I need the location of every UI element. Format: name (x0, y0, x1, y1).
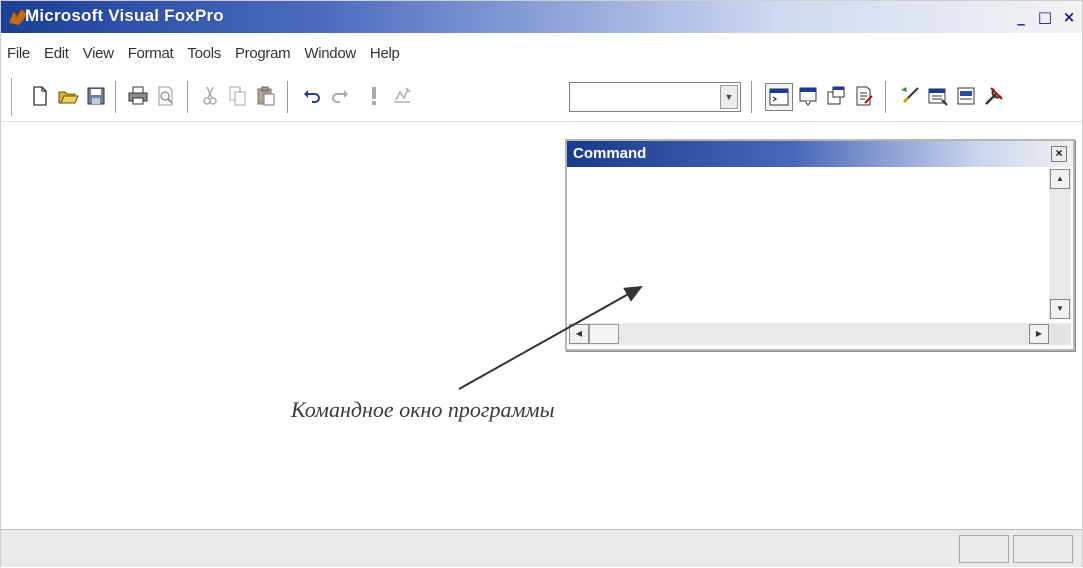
print-icon[interactable] (125, 83, 151, 109)
command-input-area[interactable] (569, 169, 1047, 315)
toolbar-combo-box[interactable]: ▼ (569, 82, 741, 112)
status-bar (1, 529, 1082, 567)
toolbar-separator (187, 81, 191, 113)
horizontal-scroll-thumb[interactable] (589, 324, 619, 344)
close-button[interactable]: × (1058, 7, 1080, 29)
toolbar-grip[interactable] (11, 78, 16, 116)
print-preview-icon[interactable] (153, 83, 179, 109)
combo-dropdown-button[interactable]: ▼ (720, 85, 738, 109)
report-wizard-icon[interactable] (925, 83, 951, 109)
menu-tools[interactable]: Tools (180, 41, 228, 67)
menu-file[interactable]: File (1, 41, 37, 67)
standard-toolbar: ▼ (1, 75, 1082, 122)
open-folder-icon[interactable] (55, 83, 81, 109)
scroll-up-arrow-icon[interactable]: ▲ (1050, 169, 1070, 189)
scroll-right-arrow-icon[interactable]: ▶ (1029, 324, 1049, 344)
menu-view[interactable]: View (76, 41, 121, 67)
tools-icon[interactable] (981, 83, 1007, 109)
data-session-icon[interactable] (795, 83, 821, 109)
toolbar-separator (287, 81, 291, 113)
menu-program[interactable]: Program (228, 41, 297, 67)
menu-format[interactable]: Format (121, 41, 181, 67)
annotation-caption: Командное окно программы (291, 397, 555, 422)
toolbar-separator (885, 81, 889, 113)
undo-icon[interactable] (299, 83, 325, 109)
minimize-button[interactable]: _ (1010, 7, 1032, 29)
command-window[interactable]: Command × ▲ ▼ ◀ ▶ (565, 139, 1075, 351)
run-icon[interactable] (361, 83, 387, 109)
command-window-title: Command (573, 145, 647, 162)
foxpro-main-window: Microsoft Visual FoxPro _ □ × File Edit … (0, 0, 1083, 567)
copy-icon[interactable] (225, 83, 251, 109)
scroll-left-arrow-icon[interactable]: ◀ (569, 324, 589, 344)
horizontal-scrollbar[interactable]: ◀ ▶ (569, 323, 1049, 345)
menu-bar: File Edit View Format Tools Program Wind… (1, 41, 407, 67)
menu-window[interactable]: Window (297, 41, 363, 67)
scroll-down-arrow-icon[interactable]: ▼ (1050, 299, 1070, 319)
new-file-icon[interactable] (27, 83, 53, 109)
status-pane (959, 535, 1009, 563)
form-wizard-icon[interactable] (897, 83, 923, 109)
code-icon[interactable] (851, 83, 877, 109)
title-bar[interactable]: Microsoft Visual FoxPro _ □ × (1, 1, 1082, 33)
modify-form-icon[interactable] (389, 83, 415, 109)
table-wizard-icon[interactable] (953, 83, 979, 109)
paste-icon[interactable] (253, 83, 279, 109)
redo-icon[interactable] (327, 83, 353, 109)
command-close-button[interactable]: × (1051, 146, 1067, 162)
save-icon[interactable] (83, 83, 109, 109)
properties-icon[interactable] (823, 83, 849, 109)
toolbar-separator (115, 81, 119, 113)
menu-help[interactable]: Help (363, 41, 407, 67)
resize-grip[interactable] (1049, 323, 1071, 345)
status-pane (1013, 535, 1073, 563)
command-title-bar[interactable]: Command × (567, 141, 1073, 167)
command-window-icon[interactable] (765, 83, 793, 111)
vertical-scrollbar[interactable]: ▲ ▼ (1049, 169, 1071, 319)
cut-icon[interactable] (197, 83, 223, 109)
maximize-button[interactable]: □ (1034, 7, 1056, 29)
window-title: Microsoft Visual FoxPro (25, 6, 224, 25)
toolbar-separator (751, 81, 755, 113)
menu-edit[interactable]: Edit (37, 41, 76, 67)
